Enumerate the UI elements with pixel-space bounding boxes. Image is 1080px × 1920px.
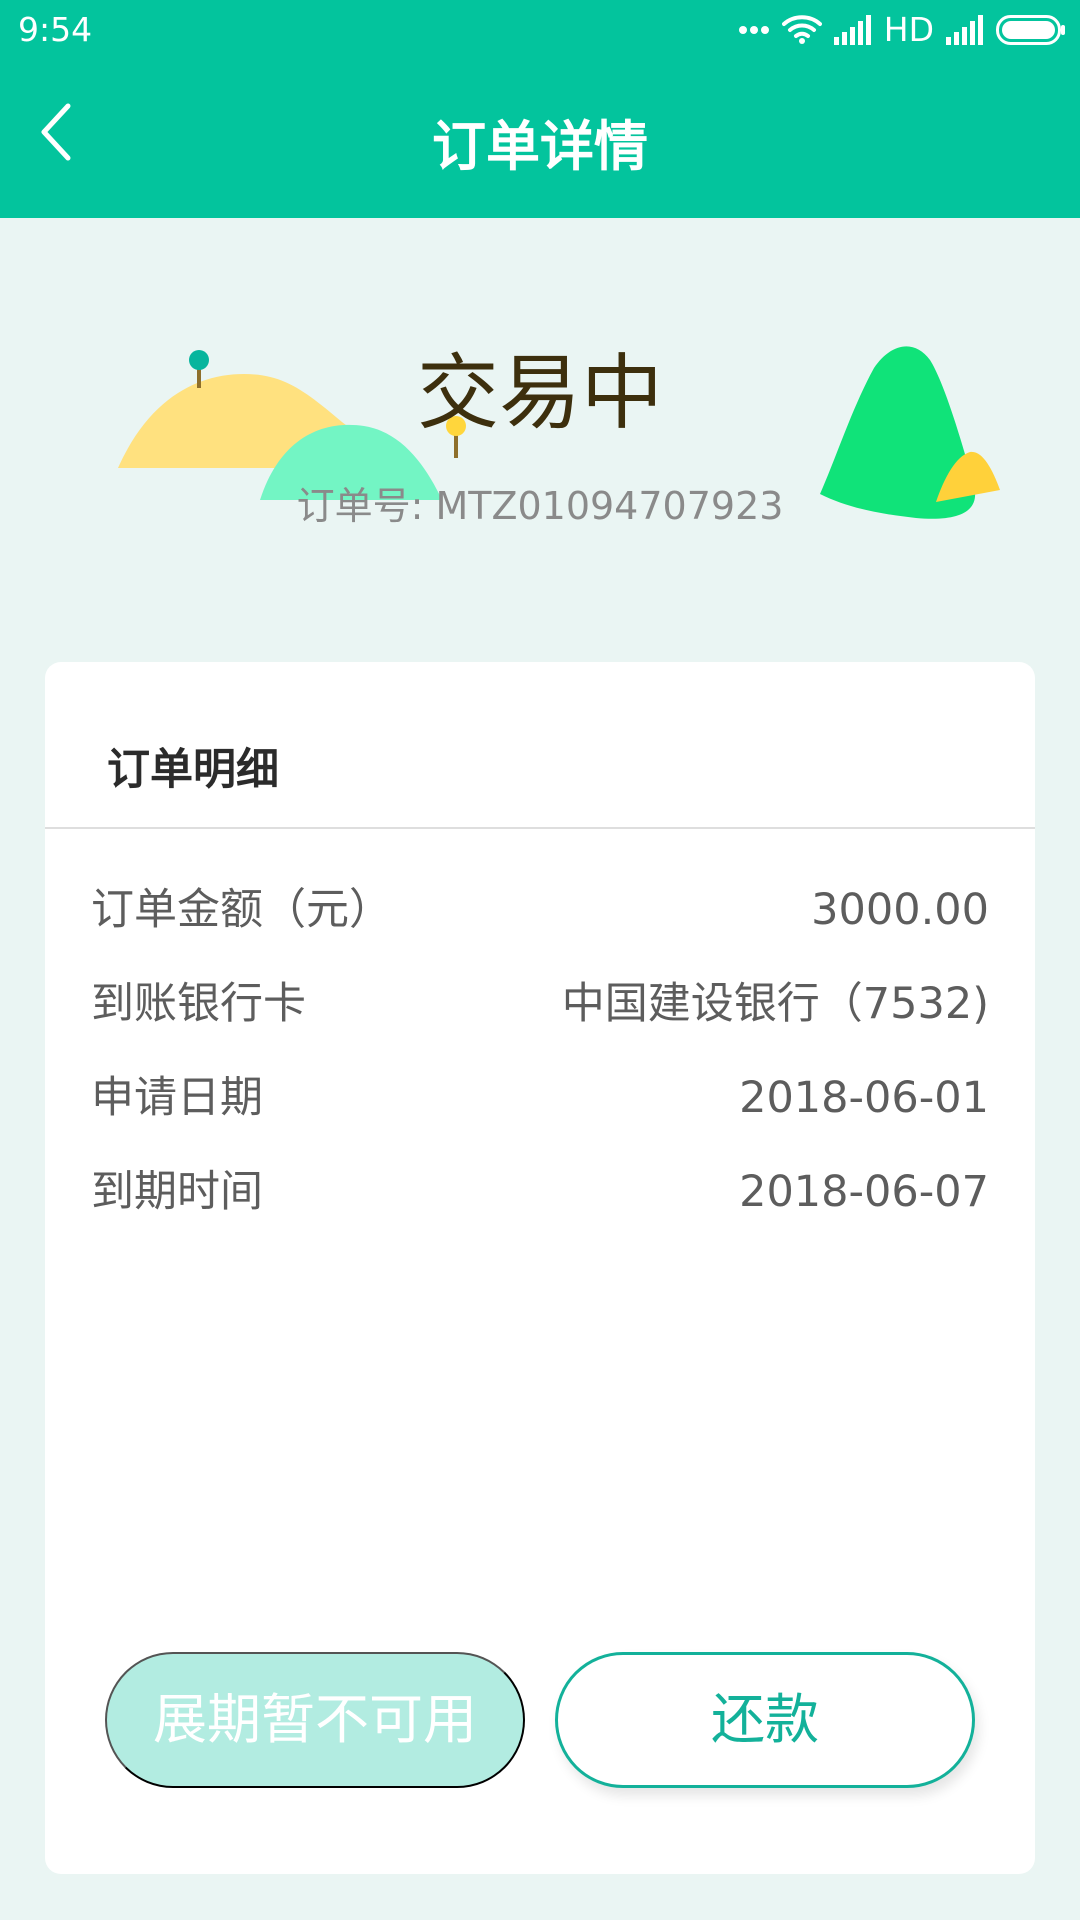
- signal-icon: [833, 15, 871, 45]
- card-divider: [45, 827, 1035, 829]
- detail-row-apply-date: 申请日期 2018-06-01: [91, 1070, 989, 1164]
- status-icons: HD: [738, 10, 1066, 50]
- order-detail-card: 订单明细 订单金额（元） 3000.00 到账银行卡 中国建设银行（7532) …: [45, 662, 1035, 1874]
- top-app-bar: 9:54 HD 订单详情: [0, 0, 1080, 218]
- detail-value: 3000.00: [811, 885, 989, 935]
- hero-section: 交易中 订单号: MTZ01094707923: [0, 218, 1080, 618]
- extend-button[interactable]: 展期暂不可用: [105, 1652, 525, 1788]
- status-bar: 9:54 HD: [0, 0, 1080, 64]
- detail-value: 2018-06-07: [739, 1167, 989, 1217]
- order-number: 订单号: MTZ01094707923: [296, 484, 784, 528]
- detail-row-amount: 订单金额（元） 3000.00: [91, 882, 989, 976]
- detail-list: 订单金额（元） 3000.00 到账银行卡 中国建设银行（7532) 申请日期 …: [91, 882, 989, 1258]
- detail-label: 订单金额（元）: [91, 885, 392, 935]
- transaction-status: 交易中: [416, 346, 663, 441]
- more-dots-icon: [738, 26, 769, 34]
- battery-icon: [996, 15, 1065, 45]
- repay-button[interactable]: 还款: [555, 1652, 975, 1788]
- detail-label: 到期时间: [91, 1167, 263, 1217]
- detail-value: 中国建设银行（7532): [561, 979, 989, 1029]
- signal-icon-2: [946, 15, 983, 45]
- page-title: 订单详情: [432, 115, 648, 178]
- detail-label: 到账银行卡: [91, 979, 306, 1029]
- detail-row-bank-card: 到账银行卡 中国建设银行（7532): [91, 976, 989, 1070]
- detail-row-due-date: 到期时间 2018-06-07: [91, 1164, 989, 1258]
- network-type: HD: [883, 10, 934, 49]
- wifi-icon: [781, 15, 822, 44]
- card-title: 订单明细: [107, 745, 279, 795]
- detail-value: 2018-06-01: [739, 1073, 989, 1123]
- status-time: 9:54: [18, 10, 93, 49]
- detail-label: 申请日期: [91, 1073, 263, 1123]
